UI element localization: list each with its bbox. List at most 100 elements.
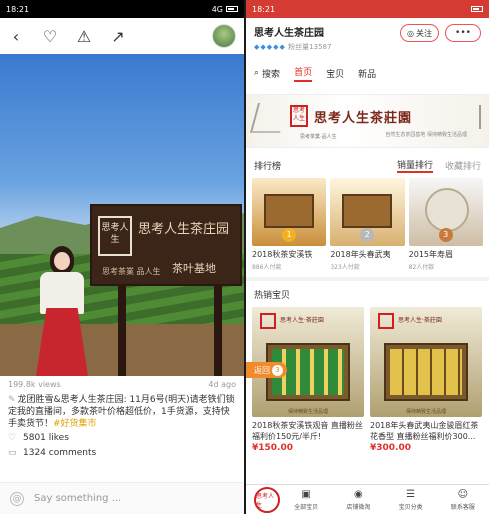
post-caption: ✎ 龙团胜雪&思考人生茶庄园: 11月6号(明天)请老铁们锁定我的直播间，多款茶叶… xyxy=(0,392,244,430)
shop-banner[interactable]: 思考人生 思考人生茶莊園 思考茶業·品人生 自然生态茶园基地 保持精致生活品理 xyxy=(246,94,489,148)
tab-home[interactable]: 首页 xyxy=(294,65,313,82)
banner-slogan: 自然生态茶园基地 保持精致生活品理 xyxy=(385,132,467,138)
rank-medal: 2 xyxy=(360,228,375,242)
back-icon[interactable]: ‹ xyxy=(8,27,24,46)
more-icon: ••• xyxy=(455,28,471,38)
customer-service-button[interactable]: ☺ 联系客服 xyxy=(437,489,489,511)
sold-count: 886人付款 xyxy=(252,264,282,271)
hot-item[interactable]: 思考人生·茶莊園 保持精致生活品理 2018秋茶安溪铁观音 直播粉丝福利价150… xyxy=(252,307,364,453)
product-price: ¥150.00 xyxy=(252,443,293,453)
comment-input-bar[interactable]: @ Say something ... xyxy=(0,482,244,514)
brand-logo xyxy=(378,313,394,329)
product-title: 2018秋茶安溪铁 xyxy=(252,250,313,259)
sign-seal: 思考人生 xyxy=(98,216,132,256)
brand-text: 思考人生·茶莊園 xyxy=(398,317,442,324)
product-image: 思考人生·茶莊園 保持精致生活品理 xyxy=(370,307,482,417)
all-items-button[interactable]: ▣ 全部宝贝 xyxy=(280,489,332,511)
view-count: 199.8k views xyxy=(8,379,61,389)
sign-subtitle: 茶叶基地 xyxy=(172,262,216,275)
post-photo[interactable]: 思考人生 思考人生茶庄园 思考茶業 品人生 茶叶基地 xyxy=(0,54,244,376)
battery-icon xyxy=(471,6,483,12)
likes-count: 5801 likes xyxy=(23,432,69,443)
category-button[interactable]: ☰ 宝贝分类 xyxy=(385,489,437,511)
product-image: 2 xyxy=(330,178,405,246)
comments-row[interactable]: ▭ 1324 comments xyxy=(0,445,244,460)
heart-icon[interactable]: ♡ xyxy=(42,27,58,46)
at-icon[interactable]: @ xyxy=(10,491,24,506)
status-time: 18:21 xyxy=(6,4,30,14)
video-post-panel: 18:21 4G ‹ ♡ ⚠ ↗ 思考人生 思考人生茶庄园 思考茶業 品人生 茶… xyxy=(0,0,244,514)
status-bar: 18:21 xyxy=(246,0,489,18)
tab-items[interactable]: 宝贝 xyxy=(326,67,344,80)
more-button[interactable]: ••• xyxy=(445,24,481,42)
follow-icon: ◎ xyxy=(407,28,414,38)
product-price: ¥300.00 xyxy=(370,443,411,453)
product-title: 2018年头春武夷山金骏眉红茶 花香型 直播粉丝福利价300... xyxy=(370,421,479,441)
ranking-item[interactable]: 2 2018年头春武夷 323人付款 xyxy=(330,178,405,271)
tab-fav-ranking[interactable]: 收藏排行 xyxy=(445,159,481,172)
back-to-live-button[interactable]: 返回 3 xyxy=(246,362,287,378)
search-button[interactable]: ⌕ 搜索 xyxy=(254,67,280,80)
post-meta: 199.8k views 4d ago xyxy=(0,376,244,392)
product-title: 2018秋茶安溪铁观音 直播粉丝福利价150元/半斤! xyxy=(252,421,363,441)
rank-medal: 3 xyxy=(438,228,453,242)
ranking-item[interactable]: 3 2015年寿眉 82人付款 xyxy=(408,178,483,271)
shop-panel: 18:21 思考人生茶庄园 ◆◆◆◆◆ 粉丝量13587 ◎ 关注 ••• ⌕ … xyxy=(246,0,489,514)
sign-title: 思考人生茶庄园 xyxy=(138,222,230,237)
comments-count: 1324 comments xyxy=(23,447,97,458)
warning-icon[interactable]: ⚠ xyxy=(76,27,92,46)
fan-count: 粉丝量13587 xyxy=(288,43,332,51)
product-image-caption: 保持精致生活品理 xyxy=(287,409,328,415)
shop-name[interactable]: 思考人生茶庄园 xyxy=(254,24,394,39)
banner-title: 思考人生茶莊園 xyxy=(314,111,413,126)
shop-header: 思考人生茶庄园 ◆◆◆◆◆ 粉丝量13587 ◎ 关注 ••• xyxy=(246,18,489,62)
caption-icon: ✎ xyxy=(8,395,16,405)
search-icon: ⌕ xyxy=(254,68,260,78)
banner-seal: 思考人生 xyxy=(290,105,308,127)
signal-icon: 4G xyxy=(211,4,223,14)
battery-icon xyxy=(226,6,238,12)
ranking-item[interactable]: 1 2018秋茶安溪铁 886人付款 xyxy=(252,178,327,271)
hot-item[interactable]: 思考人生·茶莊園 保持精致生活品理 2018年头春武夷山金骏眉红茶 花香型 直播… xyxy=(370,307,482,453)
status-bar: 18:21 4G xyxy=(0,0,244,18)
chat-icon: ☺ xyxy=(457,488,469,500)
brand-text: 思考人生·茶莊園 xyxy=(280,317,324,324)
shop-logo[interactable]: 思考人生 xyxy=(254,486,280,513)
sold-count: 82人付款 xyxy=(408,264,435,271)
post-header: ‹ ♡ ⚠ ↗ xyxy=(0,18,244,54)
follow-button[interactable]: ◎ 关注 xyxy=(400,24,439,42)
ink-decoration xyxy=(465,105,481,129)
product-title: 2018年头春武夷 xyxy=(330,250,391,259)
person-figure xyxy=(22,246,102,376)
grid-icon: ▣ xyxy=(301,488,311,500)
hot-title: 热销宝贝 xyxy=(254,290,291,301)
ink-decoration xyxy=(249,103,289,133)
broadcast-icon: ◉ xyxy=(354,488,363,500)
caption-text: 龙团胜雪&思考人生茶庄园: 11月6号(明天)请老铁们锁定我的直播间，多款茶叶价… xyxy=(8,395,235,429)
ranking-section: 排行榜 销量排行 收藏排行 1 2018秋茶安溪铁 886人付款 2 2018年… xyxy=(246,152,489,453)
comment-input[interactable]: Say something ... xyxy=(34,493,121,504)
tab-new[interactable]: 新品 xyxy=(358,67,376,80)
shop-tabs: ⌕ 搜索 首页 宝贝 新品 xyxy=(246,62,489,84)
tab-sales-ranking[interactable]: 销量排行 xyxy=(396,158,433,173)
likes-row[interactable]: ♡ 5801 likes xyxy=(0,430,244,445)
banner-subtitle: 思考茶業·品人生 xyxy=(300,134,337,140)
like-icon: ♡ xyxy=(8,432,17,443)
product-image: 1 xyxy=(252,178,327,246)
shop-feed-button[interactable]: ◉ 店铺微淘 xyxy=(332,489,384,511)
tea-estate-sign: 思考人生 思考人生茶庄园 思考茶業 品人生 茶叶基地 xyxy=(90,204,242,286)
product-image-caption: 保持精致生活品理 xyxy=(405,409,446,415)
rank-medal: 1 xyxy=(282,228,296,242)
status-time: 18:21 xyxy=(252,4,276,14)
avatar[interactable] xyxy=(212,24,236,48)
rating-diamonds: ◆◆◆◆◆ xyxy=(254,43,286,51)
share-icon[interactable]: ↗ xyxy=(110,27,126,46)
ranking-title: 排行榜 xyxy=(254,161,282,172)
list-icon: ☰ xyxy=(406,488,416,500)
hashtag-link[interactable]: #好货集市 xyxy=(53,419,97,429)
back-count-badge: 3 xyxy=(272,364,283,376)
sold-count: 323人付款 xyxy=(330,264,360,271)
product-image: 3 xyxy=(408,178,483,246)
comment-icon: ▭ xyxy=(8,447,17,458)
brand-logo xyxy=(260,313,276,329)
